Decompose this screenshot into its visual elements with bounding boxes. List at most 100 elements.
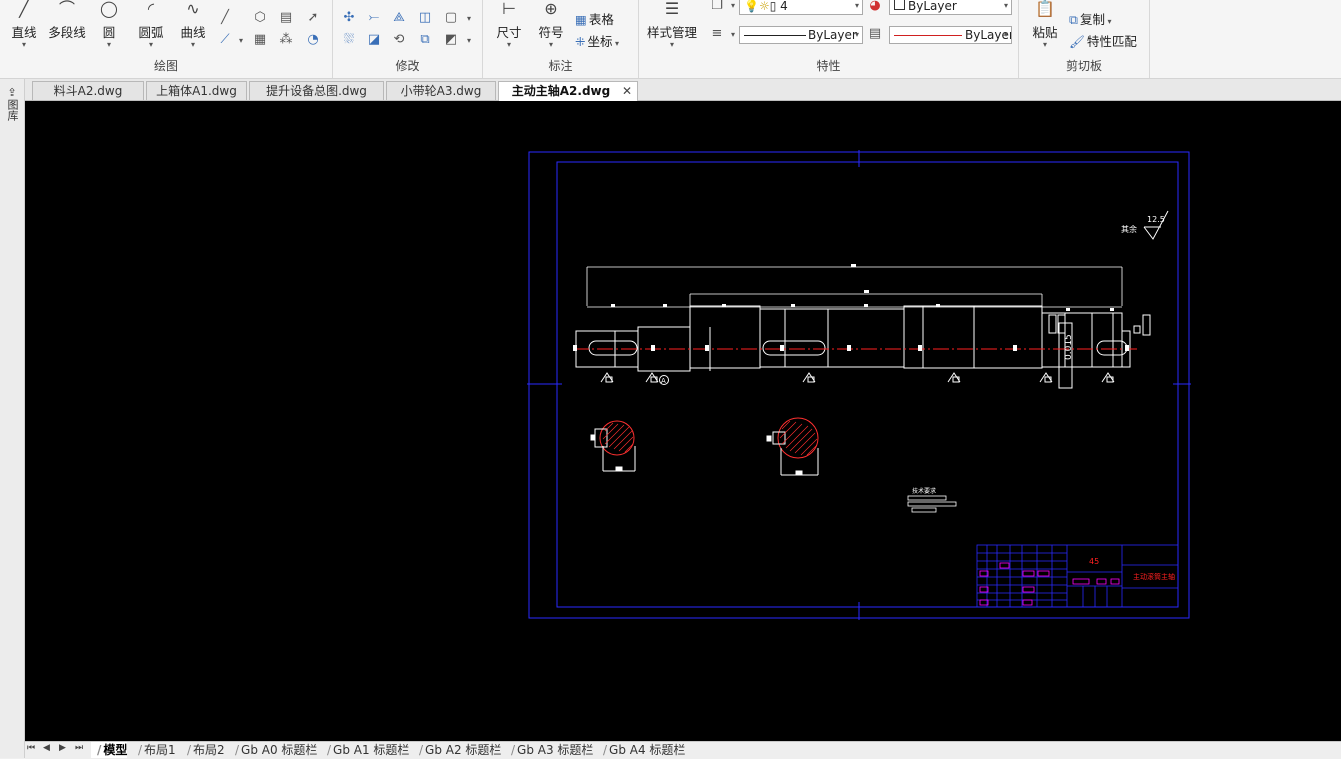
clipboard-group-label: 剪切板	[1065, 59, 1102, 73]
doc-tab-5[interactable]: 主动主轴A2.dwg ✕	[498, 81, 638, 101]
polyline-icon: ⌒	[58, 0, 75, 18]
layout-tab-gb-a4[interactable]: Gb A4 标题栏	[597, 742, 685, 758]
layout-tab-gb-a3[interactable]: Gb A3 标题栏	[505, 742, 593, 758]
copy-button[interactable]: ⧉ 复制 ▾	[1069, 9, 1112, 28]
circle-button[interactable]: ◯ 圆 ▾	[92, 0, 126, 49]
properties-group-label: 特性	[816, 59, 841, 73]
doc-tab-4[interactable]: 小带轮A3.dwg	[386, 81, 496, 100]
stretch-icon[interactable]: ⛆	[341, 32, 357, 48]
layout-tab-2[interactable]: 布局2	[181, 742, 225, 758]
pointer-icon[interactable]: ➚	[305, 10, 321, 26]
sheet-inner-border	[556, 161, 1179, 608]
prev-layout-icon[interactable]: ◀	[43, 743, 50, 753]
section-marks	[573, 345, 1129, 351]
symbol-button[interactable]: ⊕ 符号 ▾	[533, 0, 569, 49]
dimension-icon: ⊢	[502, 0, 516, 18]
layout-tab-1[interactable]: 布局1	[132, 742, 176, 758]
doc-tab-1[interactable]: 料斗A2.dwg	[32, 81, 144, 100]
lineweight-select[interactable]: ByLayer ▾	[889, 26, 1012, 44]
lineweight-icon[interactable]: ▤	[867, 26, 883, 42]
color-select[interactable]: ByLayer ▾	[889, 0, 1012, 15]
coordinate-button[interactable]: ⁜ 坐标 ▾	[575, 31, 619, 50]
title-material: 45	[1089, 557, 1099, 566]
layer-manager-icon[interactable]: ❐	[709, 0, 725, 14]
last-layout-icon[interactable]: ⏭	[75, 743, 83, 753]
curve-button[interactable]: ∿ 曲线 ▾	[174, 0, 212, 49]
title-part-name: 主动滚筒主轴	[1133, 572, 1175, 581]
geometric-tolerance-value: 0.015	[1064, 334, 1074, 360]
text-frame-icon[interactable]: ▤	[278, 10, 294, 26]
match-properties-button[interactable]: 🖌 特性匹配	[1069, 31, 1137, 50]
section-view-right	[766, 417, 819, 476]
datum-letter: A	[661, 377, 666, 385]
move-icon[interactable]: ✣	[341, 10, 357, 26]
line-button[interactable]: ╱ 直线 ▾	[6, 0, 42, 49]
circle-icon: ◯	[100, 0, 118, 18]
drawing-canvas[interactable]: 12.5 其余 0.015 A 技术要求 45 主动滚筒主轴	[25, 101, 1341, 741]
layout-tab-model[interactable]: 模型	[91, 742, 128, 758]
pencil-icon[interactable]: ╱	[217, 10, 233, 26]
drawing-svg: 12.5 其余 0.015 A 技术要求 45 主动滚筒主轴	[527, 150, 1191, 620]
trim-icon[interactable]: ⤚	[366, 10, 382, 26]
mirror-icon[interactable]: ⟁	[391, 10, 407, 26]
scale-icon[interactable]: ◪	[366, 32, 382, 48]
array-icon[interactable]: ⧉	[417, 32, 433, 48]
properties-group: ☰ 样式管理 ▾ ❐ ▾ 💡☼▯ 4 ▾ ◕ ByLayer ▾ ≡ ▾ ByL…	[639, 0, 1019, 78]
ribbon: ╱ 直线 ▾ ⌒ 多段线 ◯ 圆 ▾ ◜ 圆弧 ▾ ∿ 曲线 ▾ ╱ ⟋ ▾ ⬡…	[0, 0, 1341, 79]
list-icon[interactable]: ≡	[709, 26, 725, 42]
hatch-icon[interactable]: ▦	[252, 32, 268, 48]
library-panel-label: ⇪ 图库	[6, 86, 19, 122]
blocks-icon[interactable]: ⁂	[278, 32, 294, 48]
paste-button[interactable]: 📋 粘贴 ▾	[1025, 0, 1065, 49]
style-manager-icon: ☰	[664, 0, 680, 18]
modify-group-label: 修改	[395, 59, 420, 73]
doc-tab-3[interactable]: 提升设备总图.dwg	[249, 81, 384, 100]
arc-icon: ◜	[147, 0, 155, 18]
color-wheel-icon[interactable]: ◕	[867, 0, 883, 14]
offset-icon[interactable]: ◫	[417, 10, 433, 26]
layer-state-icons: 💡☼	[744, 0, 770, 13]
style-manager-button[interactable]: ☰ 样式管理 ▾	[643, 0, 701, 49]
layout-tab-bar: ⏮ ◀ ▶ ⏭ 模型 布局1 布局2 Gb A0 标题栏 Gb A1 标题栏 G…	[25, 741, 1341, 759]
brush-icon: 🖌	[1069, 34, 1085, 49]
document-tab-bar: 料斗A2.dwg 上箱体A1.dwg 提升设备总图.dwg 小带轮A3.dwg …	[0, 79, 1341, 101]
arc-button[interactable]: ◜ 圆弧 ▾	[132, 0, 170, 49]
table-icon: ▦	[575, 12, 587, 27]
layout-tab-gb-a2[interactable]: Gb A2 标题栏	[413, 742, 501, 758]
annotate-group: ⊢ 尺寸 ▾ ⊕ 符号 ▾ ▦ 表格 ⁜ 坐标 ▾ 标注	[483, 0, 639, 78]
section-view-left	[590, 420, 636, 472]
dimension-value-marks	[611, 264, 1114, 311]
draw-group-label: 绘图	[153, 59, 178, 73]
copy-icon: ⧉	[1069, 12, 1078, 27]
technical-notes-lines	[907, 495, 957, 513]
technical-notes-title: 技术要求	[912, 487, 936, 495]
section-hatch-right	[779, 420, 818, 456]
close-tab-icon[interactable]: ✕	[622, 82, 632, 101]
layout-tab-gb-a0[interactable]: Gb A0 标题栏	[229, 742, 317, 758]
polyline-button[interactable]: ⌒ 多段线	[44, 0, 90, 41]
coordinate-icon: ⁜	[575, 34, 586, 49]
roughness-note: 其余	[1121, 224, 1137, 234]
linetype-select[interactable]: ByLayer ▾	[739, 26, 863, 44]
roughness-value: 12.5	[1147, 215, 1165, 224]
curve-icon: ∿	[186, 0, 200, 18]
region-icon[interactable]: ⬡	[252, 10, 268, 26]
next-layout-icon[interactable]: ▶	[59, 743, 66, 753]
dimension-button[interactable]: ⊢ 尺寸 ▾	[491, 0, 527, 49]
edit-icon[interactable]: ◩	[443, 32, 459, 48]
table-button[interactable]: ▦ 表格	[575, 9, 614, 28]
paste-icon: 📋	[1035, 0, 1055, 18]
library-icon: ⇪	[7, 86, 17, 99]
globe-icon[interactable]: ◔	[305, 32, 321, 48]
construction-line-icon[interactable]: ⟋	[217, 32, 233, 48]
surface-finish-marks	[600, 372, 1115, 383]
layout-tab-gb-a1[interactable]: Gb A1 标题栏	[321, 742, 409, 758]
annotate-group-label: 标注	[548, 59, 573, 73]
first-layout-icon[interactable]: ⏮	[27, 743, 35, 753]
doc-tab-2[interactable]: 上箱体A1.dwg	[146, 81, 247, 100]
rectangle-icon[interactable]: ▢	[443, 10, 459, 26]
shaft-dimension-lines	[586, 266, 1123, 308]
library-side-panel[interactable]: ⇪ 图库	[0, 79, 25, 758]
rotate-icon[interactable]: ⟲	[391, 32, 407, 48]
layer-select[interactable]: 💡☼▯ 4 ▾	[739, 0, 863, 15]
